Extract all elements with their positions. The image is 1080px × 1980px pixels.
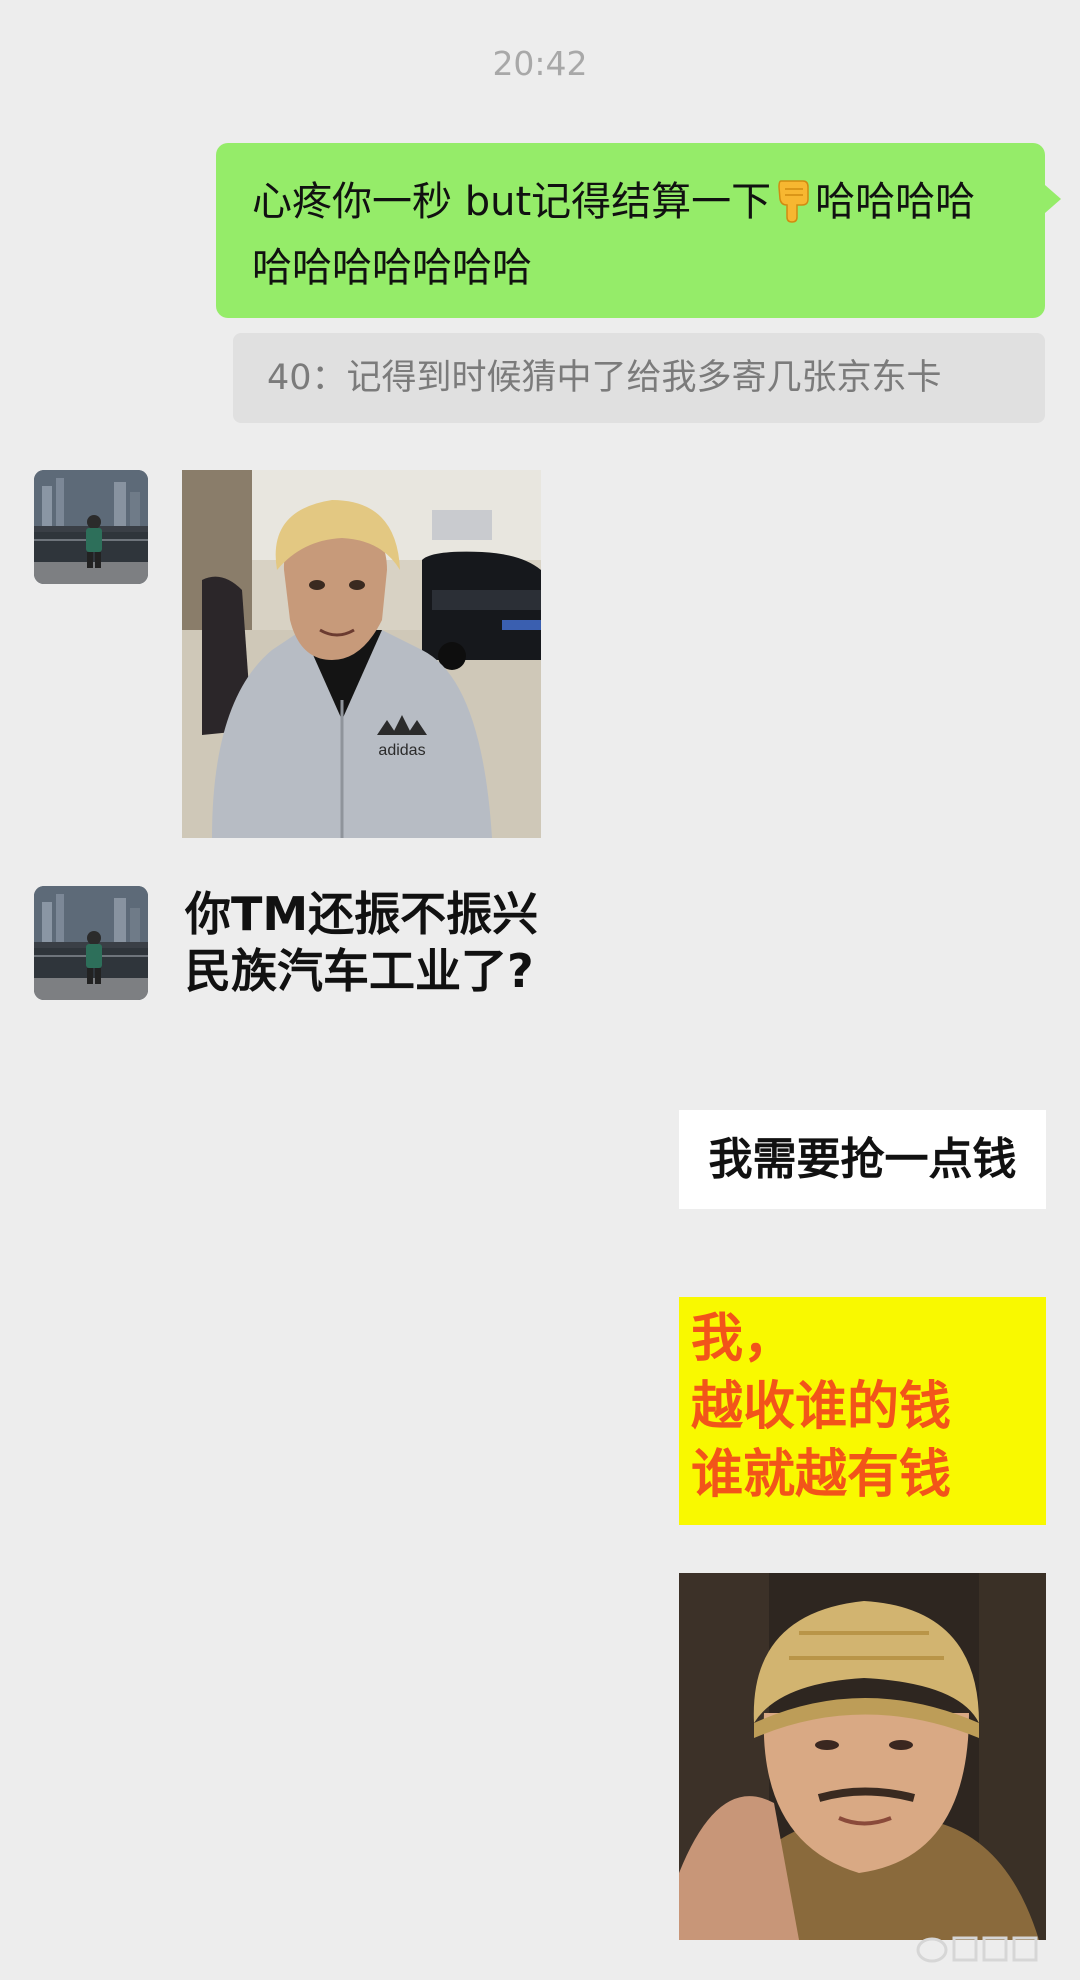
pointing-down-finger-icon bbox=[775, 177, 811, 223]
message-timestamp: 20:42 bbox=[492, 44, 588, 83]
outgoing-message-bubble[interactable]: 心疼你一秒 but记得结算一下 哈哈哈哈哈哈哈哈哈哈哈 bbox=[216, 143, 1061, 318]
outgoing-photo-man-in-hat[interactable] bbox=[679, 1573, 1046, 1940]
contact-avatar[interactable] bbox=[34, 470, 148, 584]
outgoing-yellow-sticker[interactable]: 我， 越收谁的钱 谁就越有钱 bbox=[679, 1297, 1046, 1525]
contact-avatar[interactable] bbox=[34, 886, 148, 1000]
message-text-part-1: 心疼你一秒 but记得结算一下 bbox=[252, 179, 772, 225]
adidas-logo-text: adidas bbox=[378, 742, 425, 759]
watermark bbox=[914, 1928, 1064, 1968]
incoming-photo-man-in-jacket[interactable]: adidas bbox=[182, 470, 541, 838]
quoted-reply[interactable]: 40：记得到时候猜中了给我多寄几张京东卡 bbox=[233, 333, 1045, 423]
outgoing-text-sticker[interactable]: 我需要抢一点钱 bbox=[679, 1110, 1046, 1209]
bubble-tail bbox=[1045, 185, 1061, 213]
sticker-line-2: 越收谁的钱 bbox=[691, 1377, 952, 1437]
sticker-line-1: 我， bbox=[691, 1309, 796, 1369]
sticker-line-3: 谁就越有钱 bbox=[691, 1445, 952, 1505]
incoming-text-sticker[interactable]: 你TM还振不振兴民族汽车工业了? bbox=[185, 886, 565, 1000]
